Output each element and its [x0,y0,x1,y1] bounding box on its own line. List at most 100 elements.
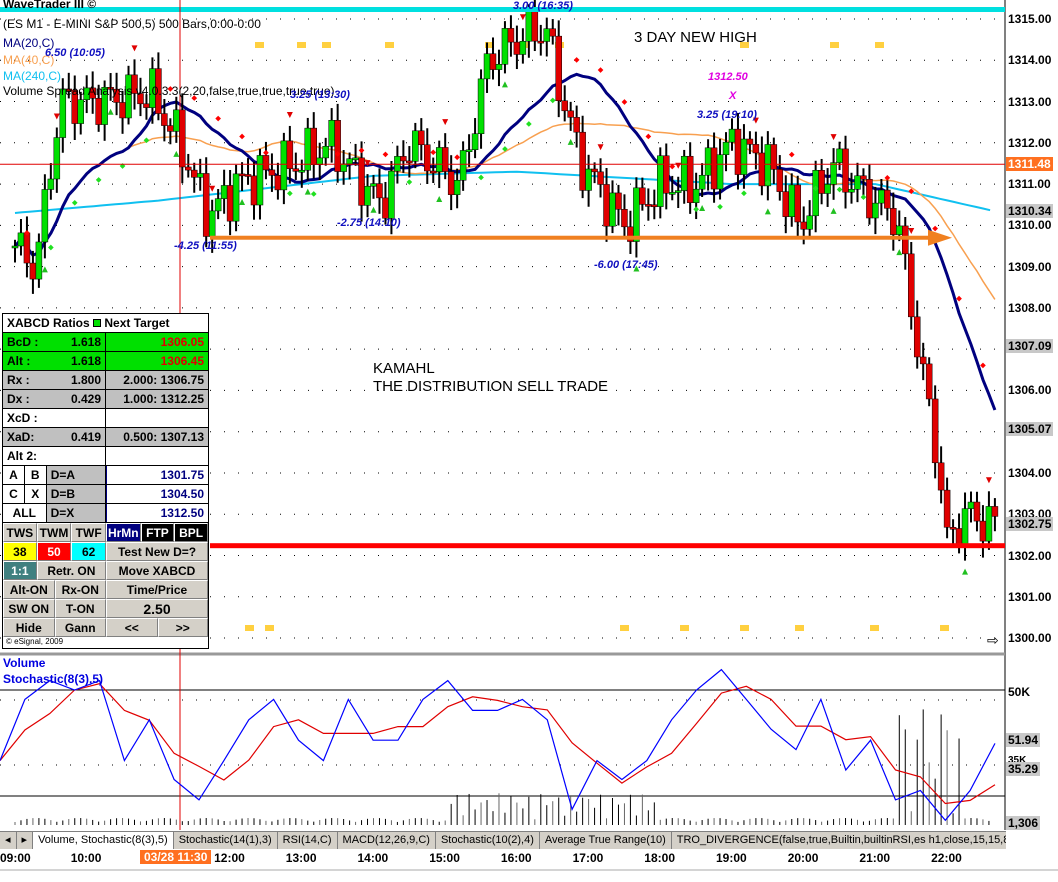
tab-indicator[interactable]: MACD(12,26,9,C) [338,832,436,849]
candle-body [483,53,491,80]
candle-body [967,501,975,509]
gann-button[interactable]: Gann [54,618,106,637]
candle-body [41,189,49,243]
next-button[interactable]: >> [157,618,208,637]
time-tick: 20:00 [787,851,819,865]
signal-square [385,42,394,48]
twm-button[interactable]: TWM [36,523,72,542]
candle-body [925,363,933,400]
tab-indicator[interactable]: Average True Range(10) [540,832,672,849]
all-button[interactable]: ALL [3,504,47,522]
point-B-button[interactable]: B [25,466,47,484]
candle-body [370,183,377,187]
candle-body [316,157,323,165]
value-field[interactable]: 2.50 [106,599,208,618]
target-row: ALL D=X 1312.50 [3,504,208,523]
tab-scroll-right[interactable]: ▸ [17,832,34,849]
candle-body [973,501,981,522]
time-tick: 10:00 [70,851,102,865]
scroll-right-icon[interactable]: ⇨ [987,632,999,649]
sar-dot [645,133,652,140]
sar-dot [693,206,699,213]
prev-button[interactable]: << [106,618,158,637]
signal-square [620,625,629,631]
high-line [0,7,1005,12]
candle-body [519,41,527,55]
candle-body [214,198,222,212]
sar-dot [215,115,221,122]
sar-dot [836,186,843,193]
ftp-button[interactable]: FTP [140,523,175,542]
buy-signal-icon [436,196,443,203]
candle-body [298,169,306,173]
tab-indicator[interactable]: TRO_DIVERGENCE(false,true,Builtin,builti… [672,832,1006,849]
fib-50-button[interactable]: 50 [36,542,72,561]
test-new-d-button[interactable]: Test New D=? [106,542,208,561]
vsa-label: Volume Spread Analysis v4.0.3.3(2,20,fal… [3,84,335,98]
tab-indicator[interactable]: Stochastic(10(2),4) [436,832,540,849]
candle-body [226,185,234,222]
candle-body [388,170,395,219]
candle-body [232,173,240,222]
candle-body [11,245,19,249]
tws-button[interactable]: TWS [3,523,37,542]
ma240-label: MA(240,C) [3,69,62,83]
candle-body [913,316,921,358]
tab-indicator[interactable]: Volume, Stochastic(8(3),5) [33,832,174,849]
stochastic-d-line [0,683,996,805]
time-price-button[interactable]: Time/Price [106,580,208,599]
sar-dot [956,295,962,302]
sw-on-button[interactable]: SW ON [3,599,55,618]
price-tick: 1311.00 [1008,177,1051,192]
retr-on-button[interactable]: Retr. ON [36,561,107,580]
alt-on-button[interactable]: Alt-ON [3,580,55,599]
candle-body [943,489,951,528]
candle-body [77,99,84,124]
candle-body [340,163,347,172]
rx-on-button[interactable]: Rx-ON [54,580,106,599]
candle-body [692,188,700,203]
price-tick: 1314.00 [1008,53,1052,68]
buy-signal-icon [962,568,969,575]
tab-indicator[interactable]: Stochastic(14(1),3) [174,832,278,849]
candle-body [949,527,957,530]
t-on-button[interactable]: T-ON [54,599,106,618]
candle-body [884,189,891,209]
point-A-button[interactable]: A [3,466,25,484]
candle-body [645,204,652,207]
candle-body [896,225,903,235]
move-xabcd-button[interactable]: Move XABCD [106,561,209,580]
hrmn-button[interactable]: HrMn [105,523,141,542]
time-tick: 15:00 [429,851,460,865]
price-tick: 1301.00 [1008,589,1052,604]
candle-body [561,100,568,112]
buy-signal-icon [173,150,180,157]
candle-body [824,184,831,194]
point-X-button[interactable]: X [25,485,47,503]
point-C-button[interactable]: C [3,485,25,503]
candle-body [860,175,867,180]
buy-signal-icon [764,208,771,215]
xabcd-row: XaD: 0.419 0.500: 1307.13 [3,428,208,447]
sar-dot [310,191,317,197]
candle-body [842,148,849,193]
ratio-1-1-button[interactable]: 1:1 [3,561,37,580]
fib-38-button[interactable]: 38 [3,542,37,561]
fib-62-button[interactable]: 62 [71,542,107,561]
sar-dot [717,203,723,210]
bpl-button[interactable]: BPL [174,523,208,542]
candle-body [716,154,724,190]
last-price-badge: 1311.48 [1006,157,1053,171]
tab-scroll-left[interactable]: ◂ [0,832,17,849]
candle-body [680,155,688,191]
buy-signal-icon [107,108,114,115]
twf-button[interactable]: TWF [71,523,106,542]
tab-indicator[interactable]: RSI(14,C) [278,832,338,849]
xabcd-row: Alt :1.618 1306.45 [3,352,208,371]
candle-body [848,189,855,193]
close-value-badge: 1302.75 [1006,517,1054,531]
chart-note: THE DISTRIBUTION SELL TRADE [373,378,609,395]
sar-dot [573,57,580,63]
candle-body [651,204,658,208]
hide-button[interactable]: Hide [3,618,55,637]
